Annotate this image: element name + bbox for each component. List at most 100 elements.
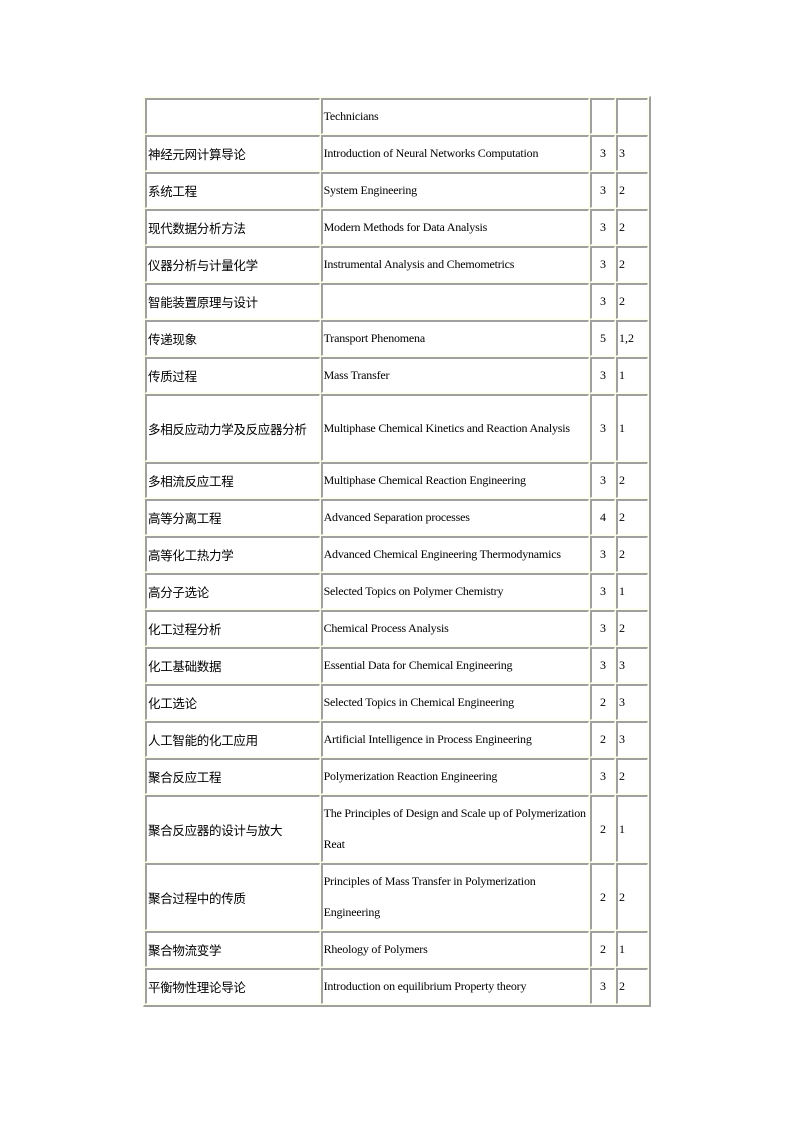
chinese-name-cell: 平衡物性理论导论 <box>145 968 320 1004</box>
credits-cell: 3 <box>590 758 616 794</box>
chinese-name-cell: 化工选论 <box>145 684 320 720</box>
chinese-name-cell: 仪器分析与计量化学 <box>145 246 320 282</box>
credits-cell: 3 <box>590 610 616 646</box>
english-name-cell: Transport Phenomena <box>320 320 590 356</box>
semester-cell: 2 <box>616 863 648 930</box>
chinese-name-cell: 智能装置原理与设计 <box>145 283 320 319</box>
table-row: 多相流反应工程 Multiphase Chemical Reaction Eng… <box>145 462 648 498</box>
chinese-name-cell: 高等分离工程 <box>145 499 320 535</box>
table-row: 化工过程分析 Chemical Process Analysis 3 2 <box>145 610 648 646</box>
english-name-cell: Multiphase Chemical Kinetics and Reactio… <box>320 394 590 461</box>
semester-cell <box>616 98 648 134</box>
credits-cell: 4 <box>590 499 616 535</box>
english-name-cell: Principles of Mass Transfer in Polymeriz… <box>320 863 590 930</box>
english-name-cell: Advanced Separation processes <box>320 499 590 535</box>
credits-cell: 3 <box>590 573 616 609</box>
english-name-cell: Chemical Process Analysis <box>320 610 590 646</box>
chinese-name-cell: 系统工程 <box>145 172 320 208</box>
semester-cell: 1 <box>616 357 648 393</box>
english-name-cell: Introduction of Neural Networks Computat… <box>320 135 590 171</box>
credits-cell: 3 <box>590 394 616 461</box>
english-name-cell: Selected Topics in Chemical Engineering <box>320 684 590 720</box>
semester-cell: 1 <box>616 573 648 609</box>
credits-cell: 2 <box>590 795 616 862</box>
table-row: 化工基础数据 Essential Data for Chemical Engin… <box>145 647 648 683</box>
table-row: 聚合过程中的传质 Principles of Mass Transfer in … <box>145 863 648 930</box>
table-row: 仪器分析与计量化学 Instrumental Analysis and Chem… <box>145 246 648 282</box>
chinese-name-cell: 传递现象 <box>145 320 320 356</box>
chinese-name-cell: 聚合反应器的设计与放大 <box>145 795 320 862</box>
semester-cell: 2 <box>616 499 648 535</box>
credits-cell: 3 <box>590 246 616 282</box>
table-row: 聚合反应工程 Polymerization Reaction Engineeri… <box>145 758 648 794</box>
english-name-cell: Instrumental Analysis and Chemometrics <box>320 246 590 282</box>
semester-cell: 2 <box>616 283 648 319</box>
english-name-cell: The Principles of Design and Scale up of… <box>320 795 590 862</box>
credits-cell: 3 <box>590 209 616 245</box>
table-row: 现代数据分析方法 Modern Methods for Data Analysi… <box>145 209 648 245</box>
table-row: 智能装置原理与设计 3 2 <box>145 283 648 319</box>
credits-cell: 5 <box>590 320 616 356</box>
table-row: 聚合物流变学 Rheology of Polymers 2 1 <box>145 931 648 967</box>
table-row: 聚合反应器的设计与放大 The Principles of Design and… <box>145 795 648 862</box>
english-name-cell: Multiphase Chemical Reaction Engineering <box>320 462 590 498</box>
chinese-name-cell: 聚合过程中的传质 <box>145 863 320 930</box>
credits-cell: 3 <box>590 357 616 393</box>
table-row: 传递现象 Transport Phenomena 5 1,2 <box>145 320 648 356</box>
credits-cell: 3 <box>590 462 616 498</box>
semester-cell: 1,2 <box>616 320 648 356</box>
table-row: 人工智能的化工应用 Artificial Intelligence in Pro… <box>145 721 648 757</box>
credits-cell: 3 <box>590 135 616 171</box>
chinese-name-cell: 化工过程分析 <box>145 610 320 646</box>
semester-cell: 2 <box>616 610 648 646</box>
chinese-name-cell: 神经元网计算导论 <box>145 135 320 171</box>
credits-cell: 3 <box>590 283 616 319</box>
semester-cell: 3 <box>616 684 648 720</box>
chinese-name-cell: 化工基础数据 <box>145 647 320 683</box>
table-row: Technicians <box>145 98 648 134</box>
credits-cell: 3 <box>590 536 616 572</box>
table-row: 传质过程 Mass Transfer 3 1 <box>145 357 648 393</box>
chinese-name-cell <box>145 98 320 134</box>
credits-cell <box>590 98 616 134</box>
semester-cell: 2 <box>616 172 648 208</box>
english-name-cell: Introduction on equilibrium Property the… <box>320 968 590 1004</box>
english-name-cell: Modern Methods for Data Analysis <box>320 209 590 245</box>
course-table-body: Technicians 神经元网计算导论 Introduction of Neu… <box>145 98 648 1004</box>
course-table: Technicians 神经元网计算导论 Introduction of Neu… <box>143 96 651 1007</box>
english-name-cell: Artificial Intelligence in Process Engin… <box>320 721 590 757</box>
credits-cell: 2 <box>590 931 616 967</box>
table-row: 高分子选论 Selected Topics on Polymer Chemist… <box>145 573 648 609</box>
chinese-name-cell: 传质过程 <box>145 357 320 393</box>
english-name-cell: Selected Topics on Polymer Chemistry <box>320 573 590 609</box>
table-row: 多相反应动力学及反应器分析 Multiphase Chemical Kineti… <box>145 394 648 461</box>
chinese-name-cell: 多相流反应工程 <box>145 462 320 498</box>
chinese-name-cell: 高分子选论 <box>145 573 320 609</box>
semester-cell: 3 <box>616 721 648 757</box>
chinese-name-cell: 高等化工热力学 <box>145 536 320 572</box>
chinese-name-cell: 现代数据分析方法 <box>145 209 320 245</box>
semester-cell: 2 <box>616 758 648 794</box>
semester-cell: 1 <box>616 931 648 967</box>
semester-cell: 1 <box>616 795 648 862</box>
english-name-cell: Rheology of Polymers <box>320 931 590 967</box>
semester-cell: 3 <box>616 135 648 171</box>
credits-cell: 2 <box>590 863 616 930</box>
credits-cell: 3 <box>590 968 616 1004</box>
semester-cell: 2 <box>616 246 648 282</box>
semester-cell: 1 <box>616 394 648 461</box>
chinese-name-cell: 聚合反应工程 <box>145 758 320 794</box>
table-row: 平衡物性理论导论 Introduction on equilibrium Pro… <box>145 968 648 1004</box>
chinese-name-cell: 聚合物流变学 <box>145 931 320 967</box>
english-name-cell: Polymerization Reaction Engineering <box>320 758 590 794</box>
english-name-cell: System Engineering <box>320 172 590 208</box>
table-row: 高等化工热力学 Advanced Chemical Engineering Th… <box>145 536 648 572</box>
table-row: 高等分离工程 Advanced Separation processes 4 2 <box>145 499 648 535</box>
english-name-cell <box>320 283 590 319</box>
table-row: 化工选论 Selected Topics in Chemical Enginee… <box>145 684 648 720</box>
chinese-name-cell: 人工智能的化工应用 <box>145 721 320 757</box>
credits-cell: 2 <box>590 721 616 757</box>
chinese-name-cell: 多相反应动力学及反应器分析 <box>145 394 320 461</box>
english-name-cell: Technicians <box>320 98 590 134</box>
english-name-cell: Mass Transfer <box>320 357 590 393</box>
